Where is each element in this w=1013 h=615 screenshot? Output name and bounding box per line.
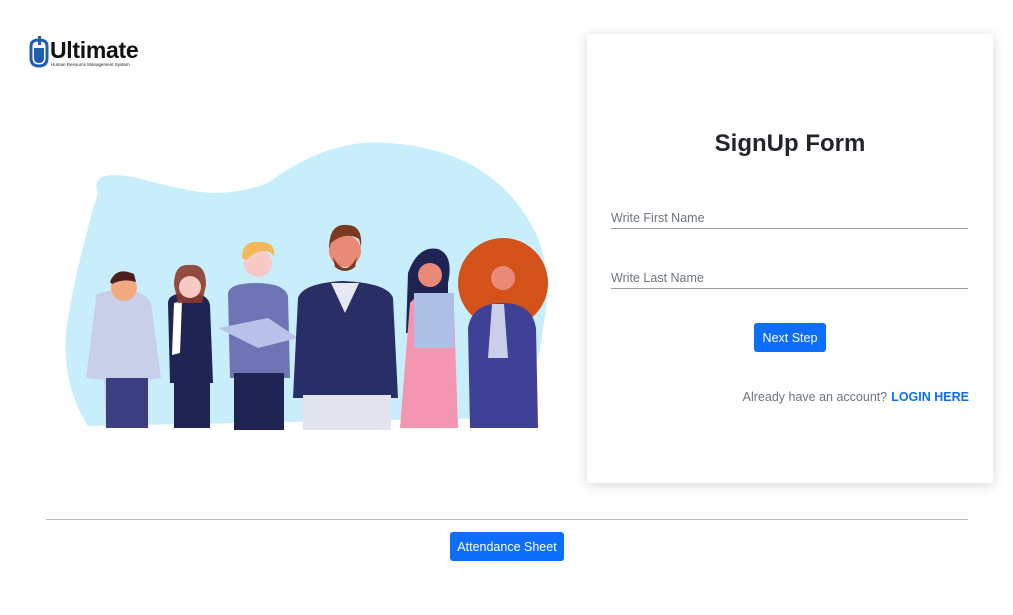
logo-tagline: Human Resource Management System (51, 62, 130, 67)
login-link[interactable]: LOGIN HERE (891, 390, 969, 404)
person-figure (458, 238, 548, 428)
brand-logo: Ultimate Human Resource Management Syste… (28, 36, 148, 70)
logo-wordmark: Ultimate (50, 37, 139, 63)
signup-card: SignUp Form Next Step Already have an ac… (587, 34, 993, 483)
mouse-logo-icon (29, 36, 49, 68)
team-illustration (65, 142, 548, 430)
attendance-sheet-button[interactable]: Attendance Sheet (450, 532, 564, 561)
first-name-input[interactable] (611, 208, 968, 229)
next-step-button[interactable]: Next Step (754, 323, 826, 352)
form-title: SignUp Form (714, 130, 866, 157)
login-prompt-text: Already have an account? (742, 390, 888, 404)
login-prompt-row: Already have an account? LOGIN HERE (743, 390, 969, 404)
last-name-input[interactable] (611, 268, 968, 289)
footer-divider (46, 519, 968, 520)
